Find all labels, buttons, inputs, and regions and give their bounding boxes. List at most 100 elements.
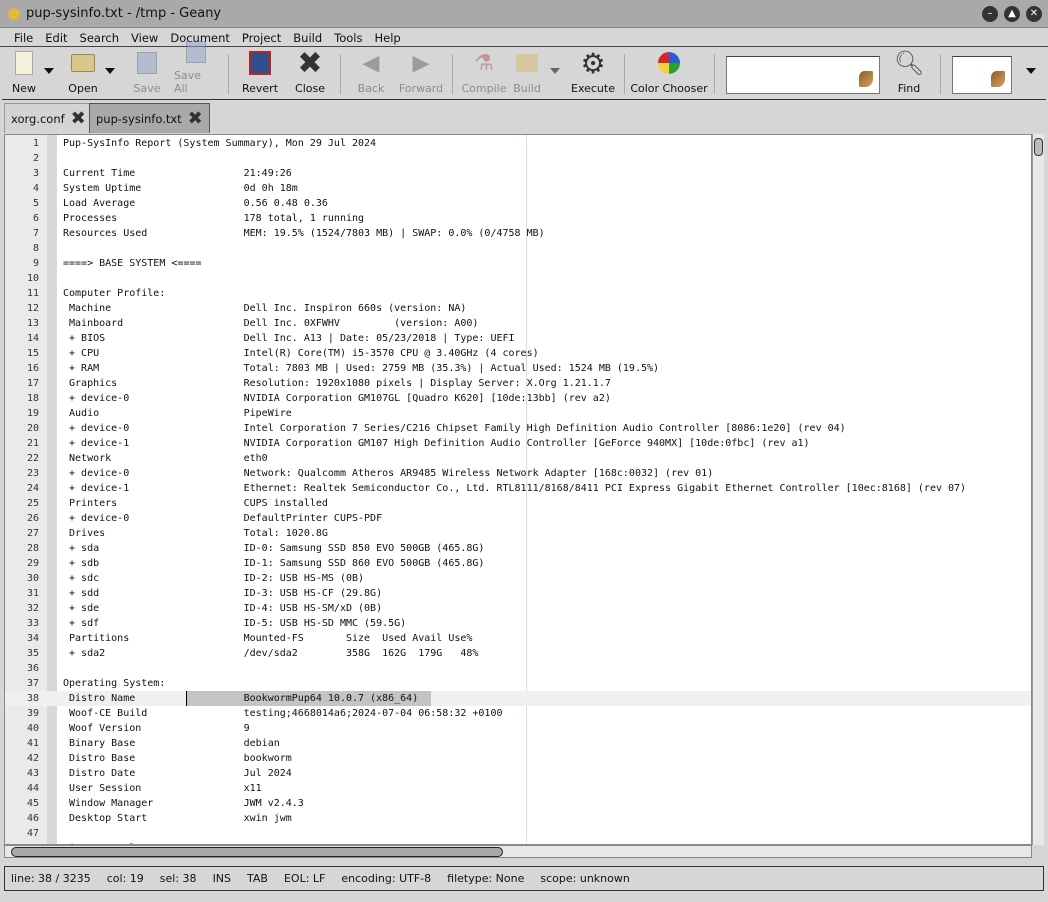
editor-line[interactable]: 45 Window Manager JWM v2.4.3: [5, 796, 1031, 811]
line-number: 44: [26, 783, 39, 794]
editor-line[interactable]: 41 Binary Base debian: [5, 736, 1031, 751]
editor-line[interactable]: 28 + sda ID-0: Samsung SSD 850 EVO 500GB…: [5, 541, 1031, 556]
compile-button[interactable]: ⚗ Compile: [460, 48, 508, 98]
maximize-button[interactable]: ▲: [1004, 6, 1020, 22]
text-editor[interactable]: 1 Pup-SysInfo Report (System Summary), Mo…: [4, 134, 1032, 845]
editor-line[interactable]: 22 Network eth0: [5, 451, 1031, 466]
editor-line[interactable]: 17 Graphics Resolution: 1920x1080 pixels…: [5, 376, 1031, 391]
goto-line-input[interactable]: [952, 56, 1012, 94]
line-text: Audio PipeWire: [63, 408, 292, 419]
editor-line[interactable]: 3 Current Time 21:49:26: [5, 166, 1031, 181]
menu-tools[interactable]: Tools: [328, 31, 368, 45]
editor-line[interactable]: 7 Resources Used MEM: 19.5% (1524/7803 MB…: [5, 226, 1031, 241]
new-dropdown-arrow[interactable]: [44, 68, 54, 74]
editor-line[interactable]: 47: [5, 826, 1031, 841]
editor-line[interactable]: 43 Distro Date Jul 2024: [5, 766, 1031, 781]
editor-line[interactable]: 8: [5, 241, 1031, 256]
tab-xorg-conf[interactable]: xorg.conf ✖: [4, 103, 93, 133]
close-tab-icon[interactable]: ✖: [71, 108, 86, 129]
editor-line[interactable]: 37 Operating System:: [5, 676, 1031, 691]
save-all-button[interactable]: Save All: [174, 41, 218, 98]
line-text: ====> BASE SYSTEM <====: [63, 258, 202, 269]
editor-line[interactable]: 25 Printers CUPS installed: [5, 496, 1031, 511]
close-window-button[interactable]: ✕: [1026, 6, 1042, 22]
editor-line[interactable]: 18 + device-0 NVIDIA Corporation GM107GL…: [5, 391, 1031, 406]
editor-line[interactable]: 31 + sdd ID-3: USB HS-CF (29.8G): [5, 586, 1031, 601]
tab-pup-sysinfo-txt[interactable]: pup-sysinfo.txt ✖: [89, 103, 210, 133]
color-chooser-button[interactable]: Color Chooser: [630, 48, 708, 98]
editor-line[interactable]: 44 User Session x11: [5, 781, 1031, 796]
close-x-icon: ✖: [297, 45, 323, 81]
editor-line[interactable]: 6 Processes 178 total, 1 running: [5, 211, 1031, 226]
editor-line[interactable]: 26 + device-0 DefaultPrinter CUPS-PDF: [5, 511, 1031, 526]
new-button[interactable]: New: [6, 48, 42, 98]
save-button[interactable]: Save: [132, 48, 162, 98]
forward-button[interactable]: ▶ Forward: [398, 48, 444, 98]
vertical-scrollbar[interactable]: [1032, 134, 1044, 845]
menu-edit[interactable]: Edit: [39, 31, 73, 45]
menu-view[interactable]: View: [125, 31, 164, 45]
magnifier-icon: 🔍︎: [893, 49, 925, 77]
horizontal-scrollbar[interactable]: [4, 845, 1032, 858]
editor-line[interactable]: 13 Mainboard Dell Inc. 0XFWHV (version: …: [5, 316, 1031, 331]
editor-line[interactable]: 15 + CPU Intel(R) Core(TM) i5-3570 CPU @…: [5, 346, 1031, 361]
revert-button[interactable]: Revert: [240, 48, 280, 98]
editor-line[interactable]: 30 + sdc ID-2: USB HS-MS (0B): [5, 571, 1031, 586]
editor-line[interactable]: 42 Distro Base bookworm: [5, 751, 1031, 766]
toolbar-separator: [624, 54, 625, 94]
editor-line[interactable]: 40 Woof Version 9: [5, 721, 1031, 736]
editor-line[interactable]: 27 Drives Total: 1020.8G: [5, 526, 1031, 541]
editor-line[interactable]: 19 Audio PipeWire: [5, 406, 1031, 421]
build-dropdown-arrow[interactable]: [550, 68, 560, 74]
editor-line[interactable]: 36: [5, 661, 1031, 676]
menu-build[interactable]: Build: [287, 31, 328, 45]
editor-line[interactable]: 32 + sde ID-4: USB HS-SM/xD (0B): [5, 601, 1031, 616]
editor-line[interactable]: 46 Desktop Start xwin jwm: [5, 811, 1031, 826]
editor-line[interactable]: 11 Computer Profile:: [5, 286, 1031, 301]
execute-button[interactable]: ⚙ Execute: [570, 47, 616, 98]
menu-file[interactable]: File: [8, 31, 39, 45]
build-button[interactable]: Build: [510, 48, 544, 98]
editor-line[interactable]: 38 Distro Name BookwormPup64 10.0.7 (x86…: [5, 691, 1031, 706]
line-text: + device-0 DefaultPrinter CUPS-PDF: [63, 513, 383, 524]
open-button[interactable]: Open: [62, 48, 104, 98]
editor-line[interactable]: 10: [5, 271, 1031, 286]
editor-line[interactable]: 34 Partitions Mounted-FS Size Used Avail…: [5, 631, 1031, 646]
editor-line[interactable]: 1 Pup-SysInfo Report (System Summary), Mo…: [5, 136, 1031, 151]
search-input[interactable]: [726, 56, 880, 94]
find-button[interactable]: 🔍︎ Find: [892, 48, 926, 98]
clear-broom-icon[interactable]: [991, 71, 1005, 87]
close-button[interactable]: ✖ Close: [292, 45, 328, 98]
clear-broom-icon[interactable]: [859, 71, 873, 87]
menu-bar: File Edit Search View Document Project Build To…: [0, 29, 1048, 47]
editor-line[interactable]: 5 Load Average 0.56 0.48 0.36: [5, 196, 1031, 211]
editor-line[interactable]: 23 + device-0 Network: Qualcomm Atheros …: [5, 466, 1031, 481]
line-number: 14: [26, 333, 39, 344]
editor-line[interactable]: 35 + sda2 /dev/sda2 358G 162G 179G 48%: [5, 646, 1031, 661]
editor-line[interactable]: 12 Machine Dell Inc. Inspiron 660s (vers…: [5, 301, 1031, 316]
open-dropdown-arrow[interactable]: [105, 68, 115, 74]
editor-line[interactable]: 21 + device-1 NVIDIA Corporation GM107 H…: [5, 436, 1031, 451]
menu-search[interactable]: Search: [74, 31, 126, 45]
close-tab-icon[interactable]: ✖: [188, 108, 203, 129]
toolbar-overflow-arrow[interactable]: [1026, 68, 1036, 74]
line-number: 35: [26, 648, 39, 659]
horizontal-scroll-thumb[interactable]: [11, 847, 503, 857]
editor-line[interactable]: 29 + sdb ID-1: Samsung SSD 860 EVO 500GB…: [5, 556, 1031, 571]
editor-line[interactable]: 2: [5, 151, 1031, 166]
editor-line[interactable]: 39 Woof-CE Build testing;4668014a6;2024-…: [5, 706, 1031, 721]
editor-line[interactable]: 4 System Uptime 0d 0h 18m: [5, 181, 1031, 196]
menu-help[interactable]: Help: [369, 31, 407, 45]
editor-line[interactable]: 33 + sdf ID-5: USB HS-SD MMC (59.5G): [5, 616, 1031, 631]
line-number: 40: [26, 723, 39, 734]
minimize-button[interactable]: –: [982, 6, 998, 22]
editor-line[interactable]: 16 + RAM Total: 7803 MB | Used: 2759 MB …: [5, 361, 1031, 376]
editor-line[interactable]: 24 + device-1 Ethernet: Realtek Semicond…: [5, 481, 1031, 496]
editor-line[interactable]: 14 + BIOS Dell Inc. A13 | Date: 05/23/20…: [5, 331, 1031, 346]
line-text: Load Average 0.56 0.48 0.36: [63, 198, 328, 209]
vertical-scroll-thumb[interactable]: [1034, 138, 1043, 156]
editor-line[interactable]: 20 + device-0 Intel Corporation 7 Series…: [5, 421, 1031, 436]
menu-project[interactable]: Project: [236, 31, 287, 45]
back-button[interactable]: ◀ Back: [356, 48, 386, 98]
editor-line[interactable]: 9 ====> BASE SYSTEM <====: [5, 256, 1031, 271]
